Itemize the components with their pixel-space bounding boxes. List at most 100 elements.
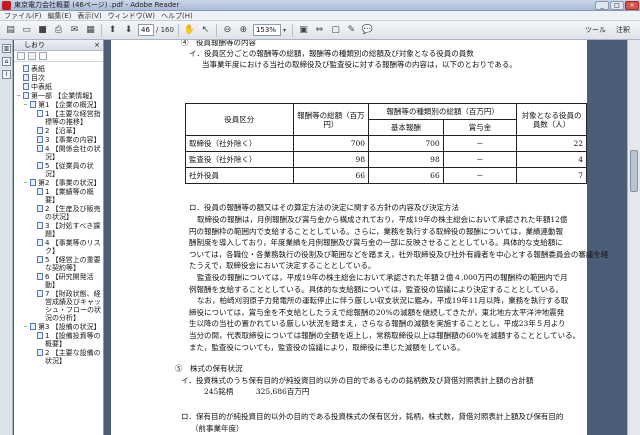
paragraph-line: 例報酬を支給することとしている。具体的な支給額については，監査役の協議により決定… (189, 284, 564, 294)
bookmark-item[interactable]: − 第3 【設備の状況】 (14, 323, 103, 331)
dropdown-arrow-icon[interactable]: ▾ (281, 24, 288, 37)
open-folder-icon[interactable]: ▭ (20, 24, 33, 37)
window-title: 東京電力会社概要 (46ページ) .pdf - Adobe Reader (14, 1, 180, 9)
bookmark-item[interactable]: 表紙 (14, 65, 103, 73)
attachments-icon[interactable]: ⌇ (2, 70, 11, 79)
table-row: 監査役（社外除く） 98 98 － 4 (185, 151, 587, 168)
table-cell: － (442, 167, 518, 184)
bookmark-label: 第一部 【企業情報】 (31, 92, 97, 100)
bookmark-item[interactable]: 4 【関係会社の状況】 (14, 145, 103, 161)
holdings-summary: 245銘柄 325,686百万円 (204, 387, 310, 396)
email-icon[interactable]: ✉ (68, 24, 81, 37)
hand-tool-icon[interactable]: ✋ (183, 24, 196, 37)
scrollbar-thumb[interactable] (630, 150, 638, 192)
page-total: / 160 (156, 26, 174, 34)
bookmark-item[interactable]: 7 【財政状態、経営成績及びキャッシュ・フローの状況の分析】 (14, 290, 103, 322)
fit-page-icon[interactable]: ▣ (297, 24, 310, 37)
bookmark-item[interactable]: 4 【事業等のリスク】 (14, 239, 103, 255)
bookmark-item[interactable]: − 第一部 【企業情報】 (14, 92, 103, 100)
expand-toggle-icon[interactable]: − (23, 101, 30, 109)
delete-bookmark-icon[interactable] (28, 52, 36, 60)
next-page-icon[interactable]: ⬇ (122, 24, 135, 37)
bookmark-item[interactable]: 2 【生産及び販売の状況】 (14, 205, 103, 221)
fit-width-icon[interactable]: ⇔ (313, 24, 326, 37)
zoom-level-select[interactable]: 153% (252, 24, 281, 36)
bookmark-item[interactable]: 3 【事業の内容】 (14, 136, 103, 144)
menu-view[interactable]: 表示(V) (77, 11, 101, 21)
toolbar: ▤ ▭ ■ ⎙ ✉ ▦ ⬆ ⬇ 46 / 160 ✋ ↖ ⊖ ⊕ 153% ▾ … (0, 21, 640, 40)
table-cell: 98 (292, 151, 370, 168)
bookmark-label: 6 【研究開発活動】 (45, 273, 94, 289)
paragraph-line: 円の報酬枠の範囲内で支給することとしている。さらに，業務を執行する取締役の報酬に… (189, 226, 564, 236)
tools-pane-button[interactable]: ツール (585, 25, 606, 35)
paragraph-line: 締役については，賞与金を不支給としたうえで総報酬の20%の減額を継続してきたが，… (189, 307, 565, 317)
bookmark-label: 第2 【事業の状況】 (38, 179, 101, 187)
menu-edit[interactable]: 編集(E) (48, 11, 72, 21)
bookmark-icon (23, 83, 29, 90)
vertical-scrollbar[interactable] (627, 40, 640, 435)
bookmark-item[interactable]: − 第1 【企業の概況】 (14, 101, 103, 109)
previous-page-icon[interactable]: ⬆ (106, 24, 119, 37)
bookmarks-title: しおり (24, 41, 45, 49)
bookmark-icon (30, 323, 36, 330)
sign-icon[interactable]: ✎ (345, 24, 358, 37)
maximize-button[interactable]: □ (610, 0, 624, 10)
new-bookmark-icon[interactable] (39, 52, 47, 60)
bookmark-label: 1 【主要な経営指標等の推移】 (45, 110, 101, 126)
pages-icon[interactable]: ▦ (84, 24, 97, 37)
comment-pane-button[interactable]: 注釈 (616, 25, 630, 35)
expand-toggle-icon[interactable]: − (16, 92, 23, 100)
bookmarks-icon[interactable]: ⌂ (2, 57, 11, 66)
bookmark-label: 目次 (31, 74, 45, 82)
create-pdf-icon[interactable]: ▤ (4, 24, 17, 37)
bookmark-item[interactable]: 1 【主要な経営指標等の推移】 (14, 110, 103, 126)
save-icon[interactable]: ■ (36, 24, 49, 37)
table-cell: 4 (516, 151, 587, 168)
bookmark-options-icon[interactable] (17, 52, 25, 60)
bookmark-item[interactable]: 2 【沿革】 (14, 127, 103, 135)
read-mode-icon[interactable]: ▢ (329, 24, 342, 37)
close-panel-icon[interactable]: × (94, 40, 100, 51)
bookmark-label: 4 【事業等のリスク】 (45, 239, 101, 255)
menu-help[interactable]: ヘルプ(H) (161, 11, 193, 21)
table-header: 報酬等の総額（百万円） (292, 103, 370, 136)
expand-toggle-icon[interactable]: − (23, 323, 30, 331)
toolbar-separator (101, 23, 102, 37)
page-number-input[interactable]: 46 (138, 24, 154, 36)
bookmark-icon (37, 332, 43, 339)
zoom-out-icon[interactable]: ⊖ (221, 24, 234, 37)
zoom-in-icon[interactable]: ⊕ (237, 24, 250, 37)
bookmark-item[interactable]: 目次 (14, 74, 103, 82)
bookmark-item[interactable]: 5 【経営上の重要な契約等】 (14, 256, 103, 272)
paragraph-line: 当分の間，代表取締役については報酬の全額を返上し，常務取締役以上は報酬額の60%… (189, 331, 581, 340)
menu-file[interactable]: ファイル(F) (4, 11, 42, 21)
pdf-page: ④ 役員報酬等の内容 イ．役員区分ごとの報酬等の総額，報酬等の種類別の総額及び対… (111, 40, 608, 435)
toolbar-separator (177, 23, 179, 37)
bookmark-item[interactable]: 中表紙 (14, 83, 103, 91)
bookmark-icon (23, 92, 29, 99)
bookmark-item[interactable]: − 第2 【事業の状況】 (14, 179, 103, 187)
bookmarks-toolbar (14, 51, 103, 62)
bookmark-icon (37, 205, 43, 212)
table-header: 対象となる役員の員数（人） (516, 103, 587, 136)
table-cell: 66 (368, 167, 444, 184)
bookmark-icon (37, 256, 43, 263)
select-tool-icon[interactable]: ↖ (199, 24, 212, 37)
subsection-heading: ロ．役員の報酬等の額又はその算定方法の決定に関する方針の内容及び決定方法 (189, 203, 459, 212)
minimize-button[interactable]: _ (595, 0, 609, 10)
paragraph-line: 監査役の報酬については，平成19年の株主総会において承認された年額２億４,000… (197, 273, 568, 282)
bookmark-item[interactable]: 3 【対処すべき課題】 (14, 222, 103, 238)
bookmark-item[interactable]: 1 【設備投資等の概要】 (14, 332, 103, 348)
page-thumbnails-icon[interactable]: ▥ (2, 44, 11, 53)
bookmark-label: 2 【沿革】 (45, 127, 80, 135)
bookmark-item[interactable]: 1 【業績等の概要】 (14, 188, 103, 204)
bookmark-icon (37, 273, 43, 280)
comment-icon[interactable]: 💬 (361, 24, 374, 37)
menu-window[interactable]: ウィンドウ(W) (108, 11, 155, 21)
print-icon[interactable]: ⎙ (52, 24, 65, 37)
close-window-button[interactable]: × (625, 0, 639, 10)
expand-toggle-icon[interactable]: − (23, 179, 30, 187)
bookmark-item[interactable]: 6 【研究開発活動】 (14, 273, 103, 289)
bookmark-item[interactable]: 2 【主要な設備の状況】 (14, 349, 103, 365)
bookmark-item[interactable]: 5 【従業員の状況】 (14, 162, 103, 178)
